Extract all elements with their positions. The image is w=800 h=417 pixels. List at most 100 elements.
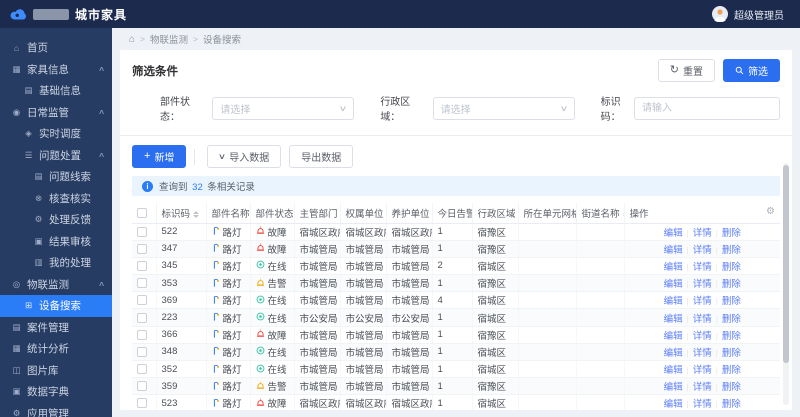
sidebar-item-home[interactable]: ⌂ 首页 xyxy=(0,37,112,59)
table-scrollbar-thumb[interactable] xyxy=(783,165,789,364)
detail-link[interactable]: 详情 xyxy=(693,331,712,342)
column-header[interactable]: 部件状态 xyxy=(250,203,295,224)
edit-link[interactable]: 编辑 xyxy=(664,279,683,290)
chevron-down-icon: ∨ xyxy=(338,103,348,113)
cell-name: 路灯 xyxy=(206,274,251,293)
edit-link[interactable]: 编辑 xyxy=(664,365,683,376)
breadcrumb-item-device-search[interactable]: 设备搜索 xyxy=(203,32,241,46)
filter-submit-button[interactable]: 筛选 xyxy=(723,59,780,82)
component-status-select[interactable]: 请选择 ∨ xyxy=(212,96,355,120)
detail-link[interactable]: 详情 xyxy=(693,245,712,256)
edit-link[interactable]: 编辑 xyxy=(664,245,683,256)
cell-maintainer: 市城管局 xyxy=(386,343,433,362)
row-checkbox[interactable] xyxy=(137,364,147,375)
column-header[interactable]: 行政区域 xyxy=(472,203,519,224)
select-all-checkbox[interactable] xyxy=(137,207,147,218)
sidebar-item-image-library[interactable]: ◫ 图片库 xyxy=(0,360,112,382)
cell-status: 故障 xyxy=(250,240,295,258)
cell-dept: 宿城区政府 xyxy=(294,223,341,241)
import-button[interactable]: ∨ 导入数据 xyxy=(207,145,282,168)
add-button[interactable]: + 新增 xyxy=(132,145,187,168)
delete-link[interactable]: 删除 xyxy=(722,365,741,376)
sidebar-item-furniture-info[interactable]: ▦ 家具信息 ∧ xyxy=(0,59,112,81)
sidebar-item-case-management[interactable]: ▤ 案件管理 xyxy=(0,317,112,339)
edit-link[interactable]: 编辑 xyxy=(664,314,683,325)
detail-link[interactable]: 详情 xyxy=(693,262,712,273)
admin-region-select[interactable]: 请选择 ∨ xyxy=(432,96,575,120)
edit-link[interactable]: 编辑 xyxy=(664,228,683,239)
row-checkbox[interactable] xyxy=(137,329,147,340)
sort-icon[interactable] xyxy=(193,210,200,218)
delete-link[interactable]: 删除 xyxy=(722,314,741,325)
sidebar-item-statistics-analysis[interactable]: ▦ 统计分析 xyxy=(0,338,112,360)
reset-button[interactable]: ↻ 重置 xyxy=(657,59,715,82)
sidebar-item-problem-clue[interactable]: ▤ 问题线索 xyxy=(0,166,112,188)
row-checkbox[interactable] xyxy=(137,295,147,306)
row-checkbox[interactable] xyxy=(137,346,147,357)
edit-link[interactable]: 编辑 xyxy=(664,399,683,410)
sidebar-item-data-dictionary[interactable]: ▣ 数据字典 xyxy=(0,381,112,403)
edit-link[interactable]: 编辑 xyxy=(664,382,683,393)
edit-link[interactable]: 编辑 xyxy=(664,331,683,342)
cell-checkbox xyxy=(132,394,157,410)
export-button[interactable]: 导出数据 xyxy=(289,145,354,168)
row-checkbox[interactable] xyxy=(137,312,147,323)
delete-link[interactable]: 删除 xyxy=(722,382,741,393)
sidebar-item-check-verify[interactable]: ⊗ 核查核实 xyxy=(0,188,112,210)
edit-link[interactable]: 编辑 xyxy=(664,296,683,307)
detail-link[interactable]: 详情 xyxy=(693,228,712,239)
detail-link[interactable]: 详情 xyxy=(693,348,712,359)
sidebar-item-my-handling[interactable]: ▥ 我的处理 xyxy=(0,252,112,274)
sidebar-item-daily-supervision[interactable]: ◉ 日常监管 ∧ xyxy=(0,102,112,124)
sidebar-item-basic-info[interactable]: ▤ 基础信息 xyxy=(0,80,112,102)
user-menu[interactable]: 超级管理员 xyxy=(712,6,784,22)
breadcrumb-item-iot[interactable]: 物联监测 xyxy=(150,32,188,46)
row-checkbox[interactable] xyxy=(137,381,147,392)
detail-link[interactable]: 详情 xyxy=(693,296,712,307)
cell-dept: 市公安局 xyxy=(294,308,341,327)
edit-link[interactable]: 编辑 xyxy=(664,262,683,273)
sidebar-item-device-search[interactable]: ⊞ 设备搜索 xyxy=(0,295,112,317)
sidebar-item-label: 物联监测 xyxy=(27,278,69,291)
delete-link[interactable]: 删除 xyxy=(722,296,741,307)
column-header[interactable]: 街道名称 xyxy=(576,203,625,224)
detail-link[interactable]: 详情 xyxy=(693,314,712,325)
identifier-code-input[interactable] xyxy=(634,96,780,120)
row-checkbox[interactable] xyxy=(137,278,147,289)
result-review-icon: ▣ xyxy=(34,235,43,246)
sidebar-item-result-review[interactable]: ▣ 结果审核 xyxy=(0,231,112,253)
sidebar-item-problem-handling[interactable]: ☰ 问题处置 ∧ xyxy=(0,145,112,167)
column-header[interactable]: 所在单元网格 xyxy=(518,203,577,224)
column-header[interactable]: 标识码 xyxy=(156,203,207,224)
row-checkbox[interactable] xyxy=(137,226,147,237)
column-header[interactable]: 权属单位 xyxy=(340,203,387,224)
sidebar-item-iot-monitoring[interactable]: ◎ 物联监测 ∧ xyxy=(0,274,112,296)
column-settings-gear-icon[interactable]: ⚙ xyxy=(766,206,775,217)
detail-link[interactable]: 详情 xyxy=(693,399,712,410)
row-checkbox[interactable] xyxy=(137,243,147,254)
column-header[interactable]: 部件名称 xyxy=(206,203,251,224)
sidebar-item-handle-feedback[interactable]: ⚙ 处理反馈 xyxy=(0,209,112,231)
column-header[interactable]: 主管部门 xyxy=(294,203,341,224)
detail-link[interactable]: 详情 xyxy=(693,382,712,393)
detail-link[interactable]: 详情 xyxy=(693,365,712,376)
cell-maintainer: 市城管局 xyxy=(386,326,433,344)
edit-link[interactable]: 编辑 xyxy=(664,348,683,359)
delete-link[interactable]: 删除 xyxy=(722,279,741,290)
breadcrumb-home-icon[interactable]: ⌂ xyxy=(129,34,135,45)
column-header[interactable]: 养护单位 xyxy=(386,203,433,224)
cell-name: 路灯 xyxy=(206,308,251,327)
delete-link[interactable]: 删除 xyxy=(722,348,741,359)
delete-link[interactable]: 删除 xyxy=(722,399,741,410)
delete-link[interactable]: 删除 xyxy=(722,262,741,273)
cell-grid xyxy=(518,240,577,258)
row-checkbox[interactable] xyxy=(137,260,147,271)
delete-link[interactable]: 删除 xyxy=(722,331,741,342)
detail-link[interactable]: 详情 xyxy=(693,279,712,290)
row-checkbox[interactable] xyxy=(137,398,147,409)
delete-link[interactable]: 删除 xyxy=(722,245,741,256)
sidebar-item-app-management[interactable]: ⚙ 应用管理 xyxy=(0,403,112,417)
column-header[interactable]: 今日告警 xyxy=(432,203,473,224)
delete-link[interactable]: 删除 xyxy=(722,228,741,239)
sidebar-item-realtime-dispatch[interactable]: ◈ 实时调度 xyxy=(0,123,112,145)
